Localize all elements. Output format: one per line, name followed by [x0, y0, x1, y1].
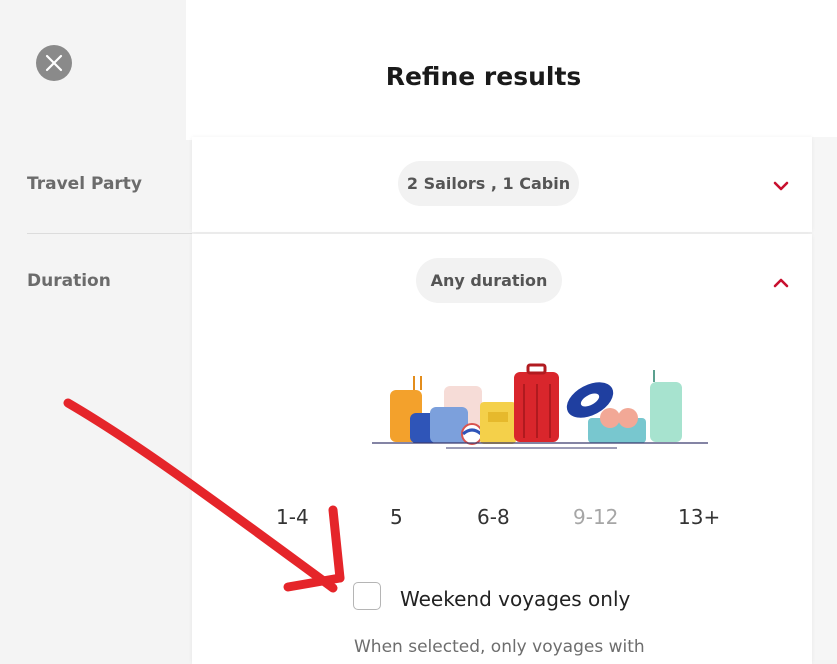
- chevron-up-icon[interactable]: [773, 277, 789, 289]
- duration-pill[interactable]: Any duration: [416, 258, 562, 303]
- luggage-illustration: [372, 363, 708, 449]
- duration-option-5[interactable]: 5: [390, 505, 403, 529]
- filter-sidebar: [0, 0, 192, 660]
- divider: [27, 233, 192, 234]
- chevron-down-icon[interactable]: [773, 180, 789, 192]
- close-icon: [45, 54, 63, 72]
- weekend-checkbox-label[interactable]: Weekend voyages only: [400, 587, 630, 611]
- weekend-checkbox[interactable]: [353, 582, 381, 610]
- travel-party-label: Travel Party: [27, 174, 143, 194]
- duration-option-13-plus[interactable]: 13+: [678, 505, 720, 529]
- scroll-edge: [812, 137, 837, 660]
- modal-title: Refine results: [385, 62, 582, 91]
- duration-option-9-12: 9-12: [573, 505, 619, 529]
- close-button[interactable]: [36, 45, 72, 81]
- travel-party-pill[interactable]: 2 Sailors , 1 Cabin: [398, 161, 579, 206]
- duration-label: Duration: [27, 271, 111, 291]
- duration-option-1-4[interactable]: 1-4: [276, 505, 309, 529]
- duration-option-6-8[interactable]: 6-8: [477, 505, 510, 529]
- weekend-helper-text: When selected, only voyages with: [354, 637, 645, 657]
